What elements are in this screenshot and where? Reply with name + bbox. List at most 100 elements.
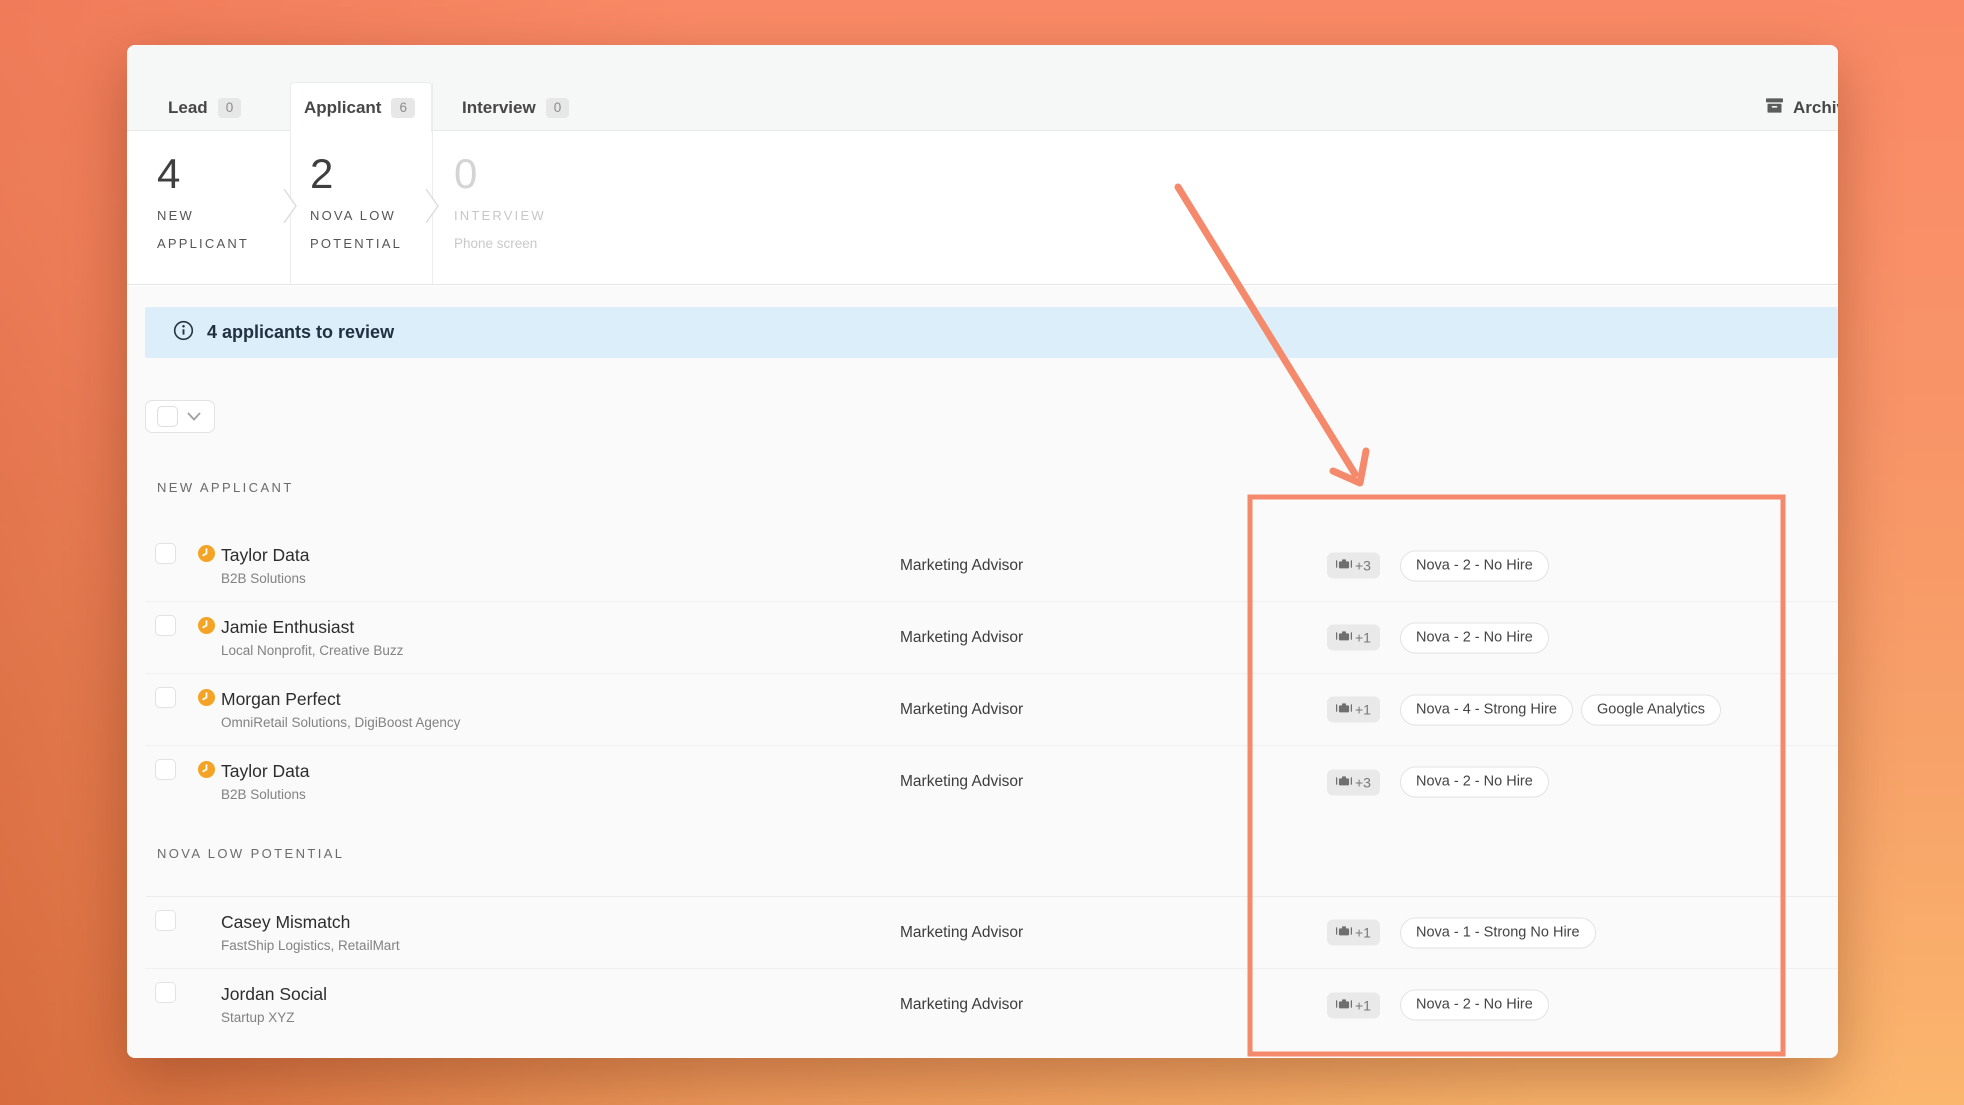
tag-pills: Nova - 1 - Strong No Hire — [1400, 917, 1596, 948]
tab-applicant[interactable]: Applicant 6 — [304, 98, 415, 118]
archived-label: Archived — [1793, 98, 1838, 118]
rating-tag[interactable]: Nova - 4 - Strong Hire — [1400, 694, 1573, 725]
candidate-name[interactable]: Jordan Social — [221, 983, 327, 1005]
jobs-count: +1 — [1355, 702, 1371, 718]
tab-interview-count: 0 — [546, 98, 570, 118]
review-banner[interactable]: 4 applicants to review — [145, 307, 1838, 358]
candidate-position: Marketing Advisor — [900, 996, 1023, 1014]
stage-count: 2 — [310, 150, 333, 198]
stage-chevron-icon — [284, 189, 297, 228]
jobs-count: +3 — [1355, 558, 1371, 574]
snoozed-clock-icon — [198, 761, 215, 783]
row-checkbox[interactable] — [155, 910, 176, 931]
stage-new-applicant[interactable]: 4 NEW APPLICANT — [127, 132, 290, 284]
tag-pills: Nova - 2 - No Hire — [1400, 550, 1549, 581]
candidate-company: Local Nonprofit, Creative Buzz — [221, 641, 403, 660]
pipeline-section: NOVA LOW POTENTIAL Casey Mismatch FastSh… — [145, 846, 1838, 1041]
row-checkbox[interactable] — [155, 759, 176, 780]
stage-nova-low-potential[interactable]: 2 NOVA LOW POTENTIAL — [290, 132, 432, 284]
bulk-select-checkbox[interactable] — [157, 406, 178, 427]
snoozed-clock-icon — [198, 689, 215, 711]
section-rows: Casey Mismatch FastShip Logistics, Retai… — [145, 896, 1838, 1041]
tab-applicant-count: 6 — [391, 98, 415, 118]
jobs-count-badge[interactable]: +3 — [1327, 553, 1380, 579]
candidate-company: OmniRetail Solutions, DigiBoost Agency — [221, 713, 460, 732]
candidate-company: B2B Solutions — [221, 785, 310, 804]
info-icon — [173, 320, 194, 346]
rating-tag[interactable]: Nova - 2 - No Hire — [1400, 767, 1549, 798]
jobs-count-badge[interactable]: +3 — [1327, 769, 1380, 795]
candidate-position: Marketing Advisor — [900, 629, 1023, 647]
section-title: NOVA LOW POTENTIAL — [145, 846, 1838, 864]
candidate-row[interactable]: Taylor Data B2B Solutions Marketing Advi… — [145, 530, 1838, 602]
candidate-name[interactable]: Casey Mismatch — [221, 911, 400, 933]
tab-lead[interactable]: Lead 0 — [168, 98, 241, 118]
jobs-count: +1 — [1355, 997, 1371, 1013]
candidate-row[interactable]: Taylor Data B2B Solutions Marketing Advi… — [145, 746, 1838, 818]
stage-count: 4 — [157, 150, 180, 198]
tag-pills: Nova - 2 - No Hire — [1400, 622, 1549, 653]
candidate-name[interactable]: Taylor Data — [221, 544, 310, 566]
row-checkbox[interactable] — [155, 982, 176, 1003]
briefcase-icon — [1336, 925, 1352, 941]
jobs-count-badge[interactable]: +1 — [1327, 697, 1380, 723]
applicant-list-panel: 4 applicants to review NEW APPLICANT Tay… — [127, 286, 1838, 1058]
tab-lead-count: 0 — [218, 98, 242, 118]
candidate-company: FastShip Logistics, RetailMart — [221, 936, 400, 955]
stage-divider — [432, 83, 433, 285]
rating-tag[interactable]: Nova - 2 - No Hire — [1400, 622, 1549, 653]
section-rows: Taylor Data B2B Solutions Marketing Advi… — [145, 530, 1838, 818]
stage-label-line: INTERVIEW — [454, 202, 546, 230]
candidate-name[interactable]: Morgan Perfect — [221, 688, 460, 710]
row-checkbox[interactable] — [155, 615, 176, 636]
candidate-row[interactable]: Jamie Enthusiast Local Nonprofit, Creati… — [145, 602, 1838, 674]
row-checkbox[interactable] — [155, 543, 176, 564]
archived-button[interactable]: Archived — [1765, 97, 1838, 119]
chevron-down-icon — [187, 408, 201, 426]
candidate-name[interactable]: Jamie Enthusiast — [221, 616, 403, 638]
briefcase-icon — [1336, 558, 1352, 574]
stage-chevron-icon — [426, 189, 439, 228]
briefcase-icon — [1336, 630, 1352, 646]
briefcase-icon — [1336, 702, 1352, 718]
row-checkbox[interactable] — [155, 687, 176, 708]
candidate-row[interactable]: Morgan Perfect OmniRetail Solutions, Dig… — [145, 674, 1838, 746]
tab-lead-label: Lead — [168, 98, 208, 118]
archive-box-icon — [1765, 97, 1784, 119]
candidate-position: Marketing Advisor — [900, 701, 1023, 719]
stage-count: 0 — [454, 150, 477, 198]
tab-applicant-label: Applicant — [304, 98, 381, 118]
jobs-count: +1 — [1355, 630, 1371, 646]
candidate-company: B2B Solutions — [221, 569, 310, 588]
stage-label-line: NOVA LOW — [310, 202, 402, 230]
briefcase-icon — [1336, 774, 1352, 790]
jobs-count: +3 — [1355, 774, 1371, 790]
jobs-count-badge[interactable]: +1 — [1327, 920, 1380, 946]
section-title: NEW APPLICANT — [145, 480, 1838, 498]
stage-summary-panel: 4 NEW APPLICANT 2 NOVA LOW POTENTIAL 0 I… — [127, 132, 1838, 285]
tag-pills: Nova - 2 - No Hire — [1400, 990, 1549, 1021]
jobs-count-badge[interactable]: +1 — [1327, 625, 1380, 651]
snoozed-clock-icon — [198, 545, 215, 567]
ats-window: Lead 0 Applicant 6 Interview 0 Archived … — [127, 45, 1838, 1058]
tab-interview[interactable]: Interview 0 — [462, 98, 569, 118]
rating-tag[interactable]: Google Analytics — [1581, 694, 1721, 725]
candidate-row[interactable]: Jordan Social Startup XYZ Marketing Advi… — [145, 969, 1838, 1041]
pipeline-tab-bar: Lead 0 Applicant 6 Interview 0 Archived — [127, 45, 1838, 131]
rating-tag[interactable]: Nova - 1 - Strong No Hire — [1400, 917, 1596, 948]
candidate-position: Marketing Advisor — [900, 557, 1023, 575]
candidate-position: Marketing Advisor — [900, 773, 1023, 791]
bulk-select-button[interactable] — [145, 400, 215, 433]
candidate-row[interactable]: Casey Mismatch FastShip Logistics, Retai… — [145, 897, 1838, 969]
candidate-name[interactable]: Taylor Data — [221, 760, 310, 782]
tag-pills: Nova - 4 - Strong Hire Google Analytics — [1400, 694, 1721, 725]
review-banner-text: 4 applicants to review — [207, 322, 394, 343]
stage-label-line: POTENTIAL — [310, 230, 402, 258]
jobs-count-badge[interactable]: +1 — [1327, 992, 1380, 1018]
stage-label-line: APPLICANT — [157, 230, 249, 258]
stage-interview[interactable]: 0 INTERVIEW Phone screen — [432, 132, 632, 284]
snoozed-clock-icon — [198, 617, 215, 639]
rating-tag[interactable]: Nova - 2 - No Hire — [1400, 550, 1549, 581]
rating-tag[interactable]: Nova - 2 - No Hire — [1400, 990, 1549, 1021]
pipeline-section: NEW APPLICANT Taylor Data B2B Solutions … — [145, 480, 1838, 818]
